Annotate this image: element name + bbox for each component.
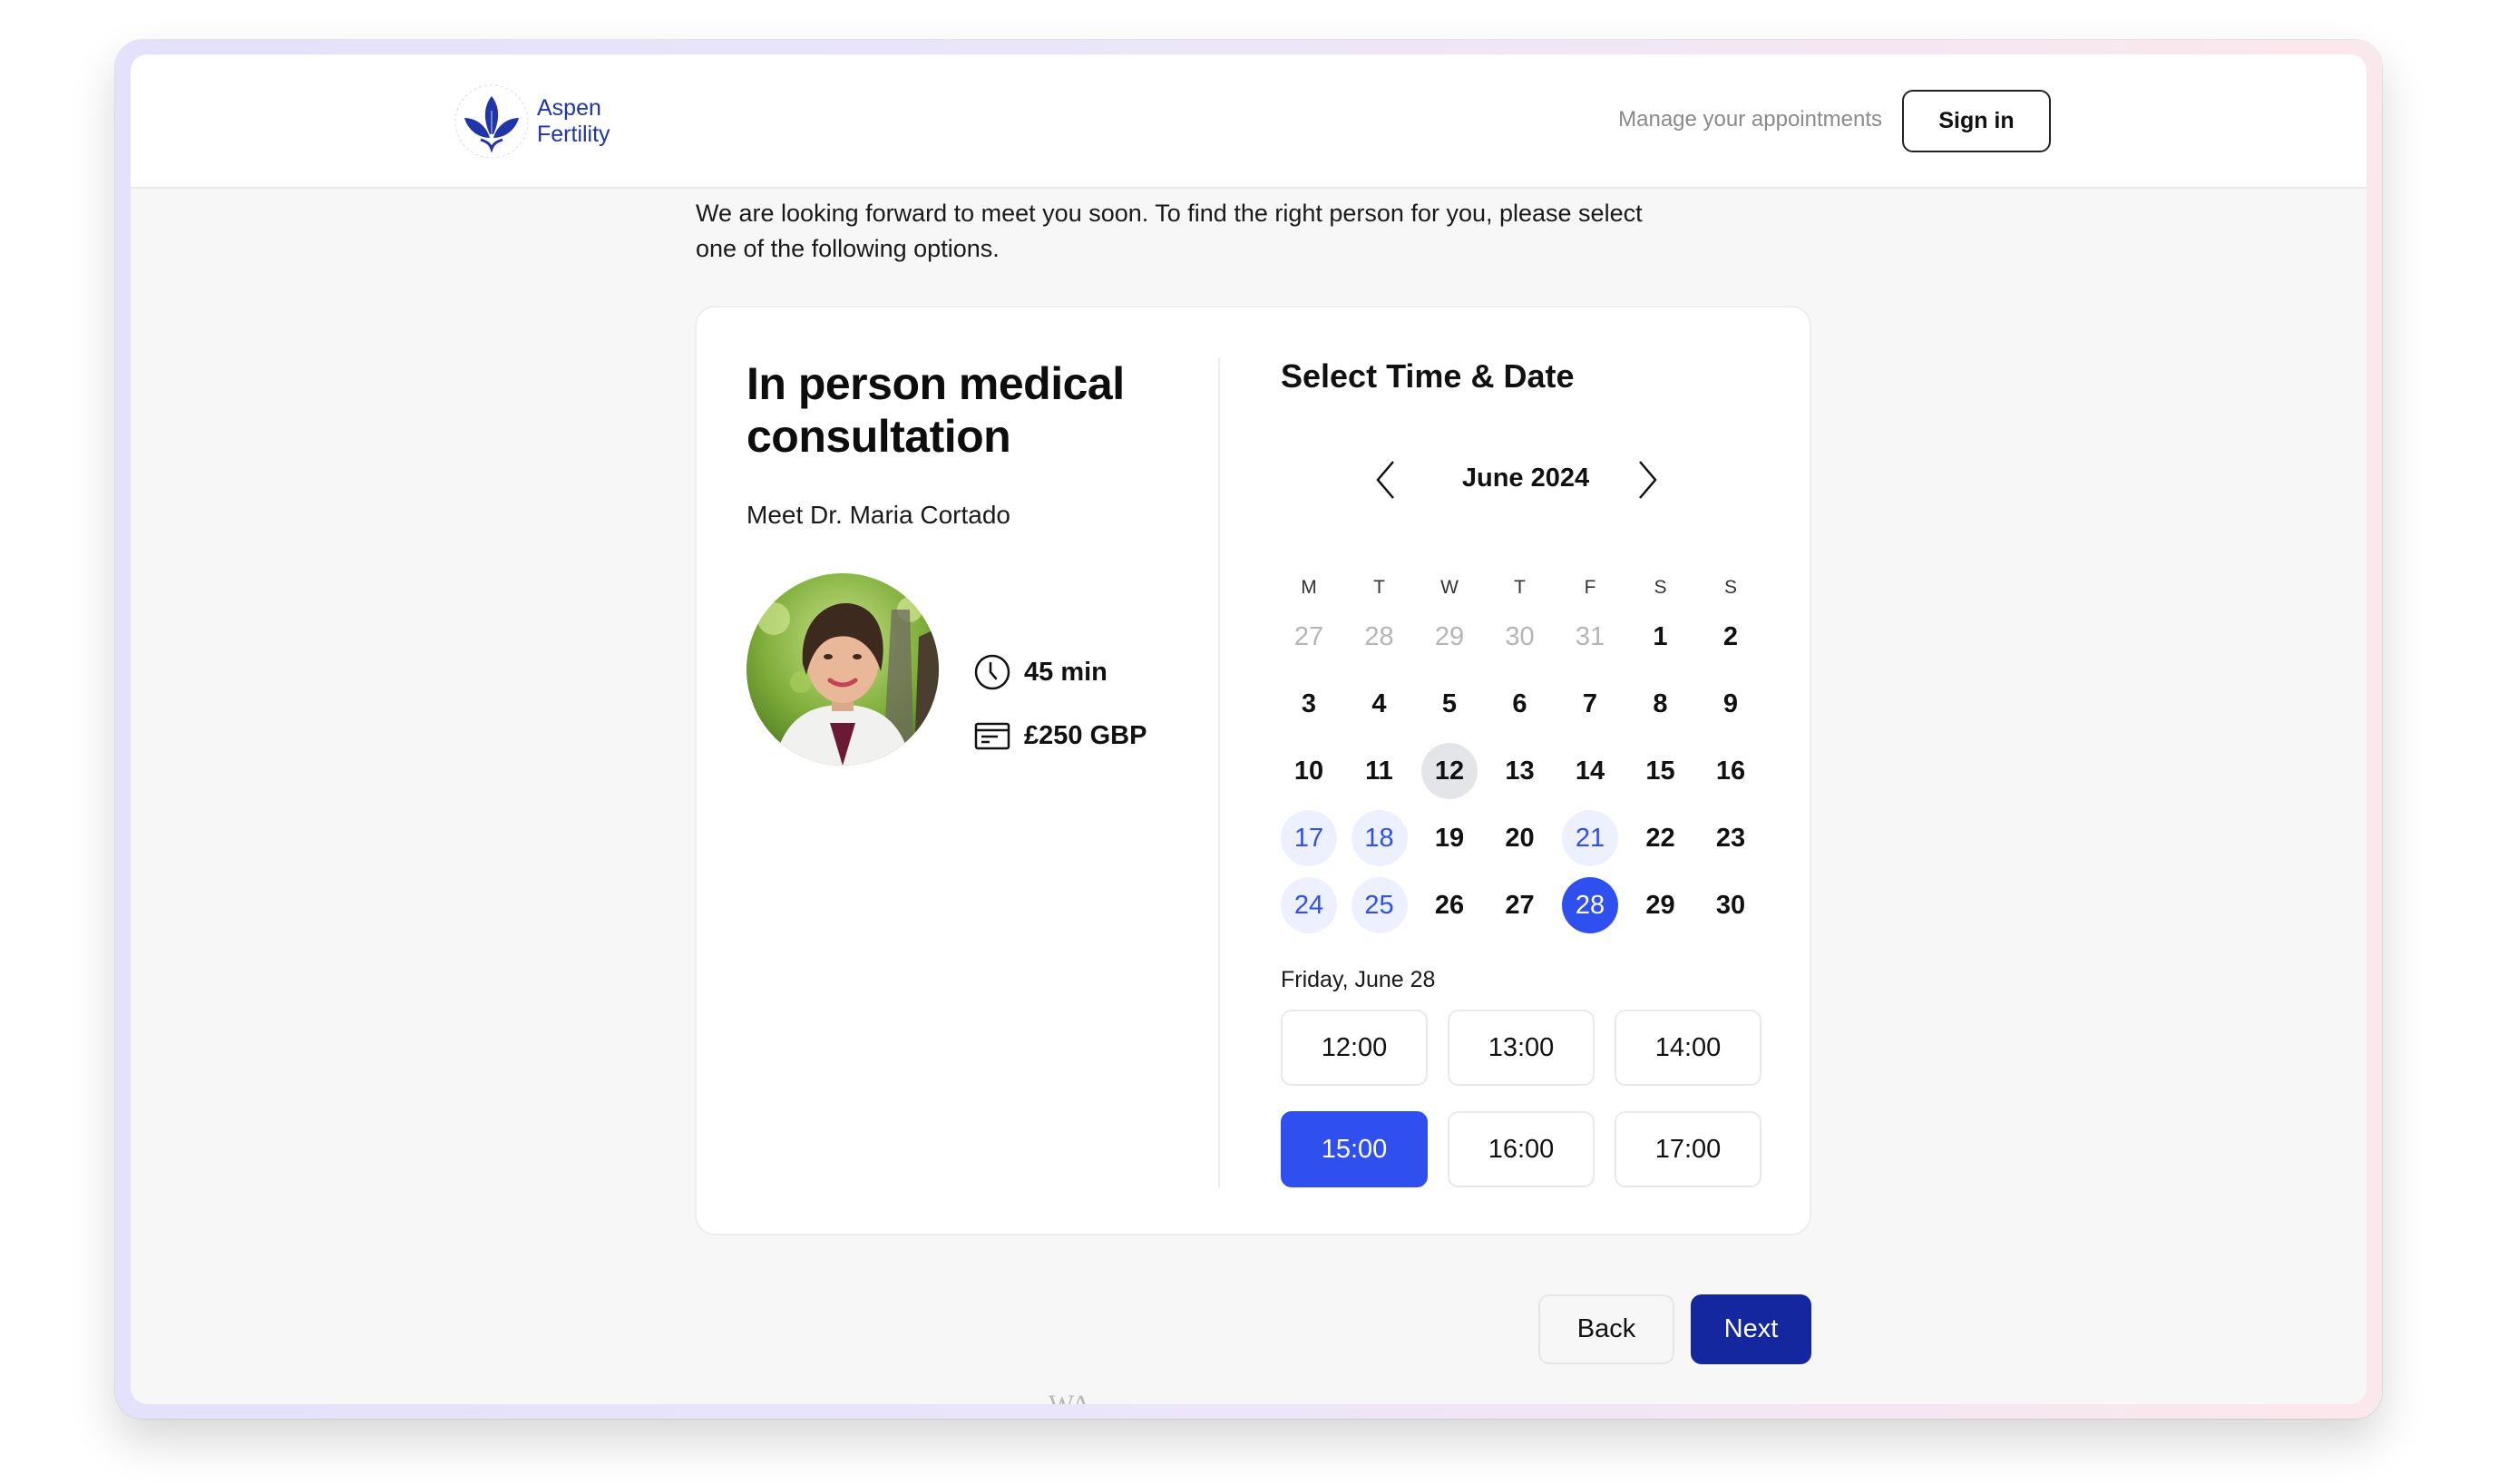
- doctor-portrait-image: [746, 573, 939, 766]
- clipped-footer-text: WA: [1049, 1391, 1091, 1404]
- weekday-label: W: [1440, 577, 1459, 598]
- calendar-day[interactable]: 10: [1281, 743, 1337, 799]
- calendar-day[interactable]: 16: [1703, 743, 1759, 799]
- brand-logo[interactable]: Aspen Fertility: [454, 83, 610, 160]
- time-slot[interactable]: 14:00: [1615, 1010, 1761, 1086]
- calendar-day[interactable]: 26: [1421, 877, 1478, 933]
- consultation-title: In person medical consultation: [746, 358, 1125, 462]
- duration-value: 45 min: [1024, 657, 1108, 687]
- sign-in-button[interactable]: Sign in: [1902, 90, 2051, 152]
- site-header: Aspen Fertility Manage your appointments…: [131, 54, 2366, 189]
- next-button[interactable]: Next: [1691, 1294, 1811, 1364]
- duration-info: 45 min: [973, 653, 1108, 691]
- calendar-day[interactable]: 1: [1633, 609, 1689, 665]
- manage-appointments-link[interactable]: Manage your appointments: [1618, 107, 1882, 132]
- calendar-day[interactable]: 5: [1421, 676, 1478, 732]
- weekday-label: M: [1301, 577, 1317, 598]
- brand-name-line2: Fertility: [537, 122, 610, 147]
- calendar-day[interactable]: 27: [1492, 877, 1548, 933]
- booking-card: In person medical consultation Meet Dr. …: [695, 306, 1811, 1235]
- calendar-day[interactable]: 12: [1421, 743, 1478, 799]
- calendar-day[interactable]: 20: [1492, 810, 1548, 866]
- scheduler-panel: Select Time & Date June 2024 M T W T F S S 27 28…: [1281, 308, 1789, 1234]
- brand-name-line1: Aspen: [537, 95, 601, 121]
- time-slot[interactable]: 13:00: [1448, 1010, 1595, 1086]
- calendar-day[interactable]: 6: [1492, 676, 1548, 732]
- time-slot[interactable]: 17:00: [1615, 1111, 1761, 1187]
- calendar-day[interactable]: 21: [1562, 810, 1618, 866]
- calendar-day[interactable]: 29: [1633, 877, 1689, 933]
- leaf-lotus-icon: [454, 84, 529, 159]
- selected-date-label: Friday, June 28: [1281, 967, 1436, 992]
- credit-card-icon: [974, 722, 1010, 750]
- time-slot[interactable]: 12:00: [1281, 1010, 1428, 1086]
- calendar-day: 29: [1434, 621, 1465, 651]
- price-value: £250 GBP: [1024, 720, 1147, 750]
- calendar-day: 31: [1575, 621, 1605, 651]
- calendar-day[interactable]: 4: [1351, 676, 1408, 732]
- calendar-day[interactable]: 17: [1281, 810, 1337, 866]
- calendar-day[interactable]: 7: [1562, 676, 1618, 732]
- calendar-day[interactable]: 24: [1281, 877, 1337, 933]
- calendar-day[interactable]: 25: [1351, 877, 1408, 933]
- calendar-day: 28: [1364, 621, 1394, 651]
- weekday-label: T: [1514, 577, 1526, 598]
- calendar-day[interactable]: 23: [1703, 810, 1759, 866]
- time-slot-selected[interactable]: 15:00: [1281, 1111, 1428, 1187]
- calendar-day[interactable]: 11: [1351, 743, 1408, 799]
- weekday-label: T: [1373, 577, 1385, 598]
- price-info: £250 GBP: [973, 717, 1147, 755]
- calendar-day[interactable]: 30: [1703, 877, 1759, 933]
- weekday-label: S: [1723, 577, 1737, 598]
- brand-name: Aspen Fertility: [537, 95, 610, 148]
- calendar-day[interactable]: 8: [1633, 676, 1689, 732]
- calendar-day[interactable]: 15: [1633, 743, 1689, 799]
- calendar-day[interactable]: 9: [1703, 676, 1759, 732]
- calendar-day[interactable]: 13: [1492, 743, 1548, 799]
- doctor-name: Meet Dr. Maria Cortado: [746, 501, 1010, 529]
- calendar-day: 30: [1505, 621, 1535, 651]
- doctor-photo: [746, 573, 939, 766]
- calendar-day[interactable]: 14: [1562, 743, 1618, 799]
- weekday-label: F: [1584, 577, 1596, 598]
- calendar-day[interactable]: 2: [1703, 609, 1759, 665]
- back-button[interactable]: Back: [1538, 1294, 1674, 1364]
- calendar-day[interactable]: 22: [1633, 810, 1689, 866]
- calendar-day-selected[interactable]: 28: [1562, 877, 1618, 933]
- calendar-day[interactable]: 18: [1351, 810, 1408, 866]
- calendar-day: 27: [1293, 621, 1324, 651]
- clock-icon: [974, 654, 1010, 690]
- card-divider: [1218, 357, 1220, 1188]
- weekday-label: S: [1654, 577, 1667, 598]
- time-slot[interactable]: 16:00: [1448, 1111, 1595, 1187]
- calendar-day[interactable]: 19: [1421, 810, 1478, 866]
- calendar-day[interactable]: 3: [1281, 676, 1337, 732]
- intro-text: We are looking forward to meet you soon.…: [696, 200, 1643, 262]
- booking-page: Aspen Fertility Manage your appointments…: [131, 54, 2366, 1404]
- calendar-grid: M T W T F S S 27 28 29 30 31 1 2 3 4 5 6 7 8 9 10 11 12 13 14 15 16…: [1281, 308, 1789, 942]
